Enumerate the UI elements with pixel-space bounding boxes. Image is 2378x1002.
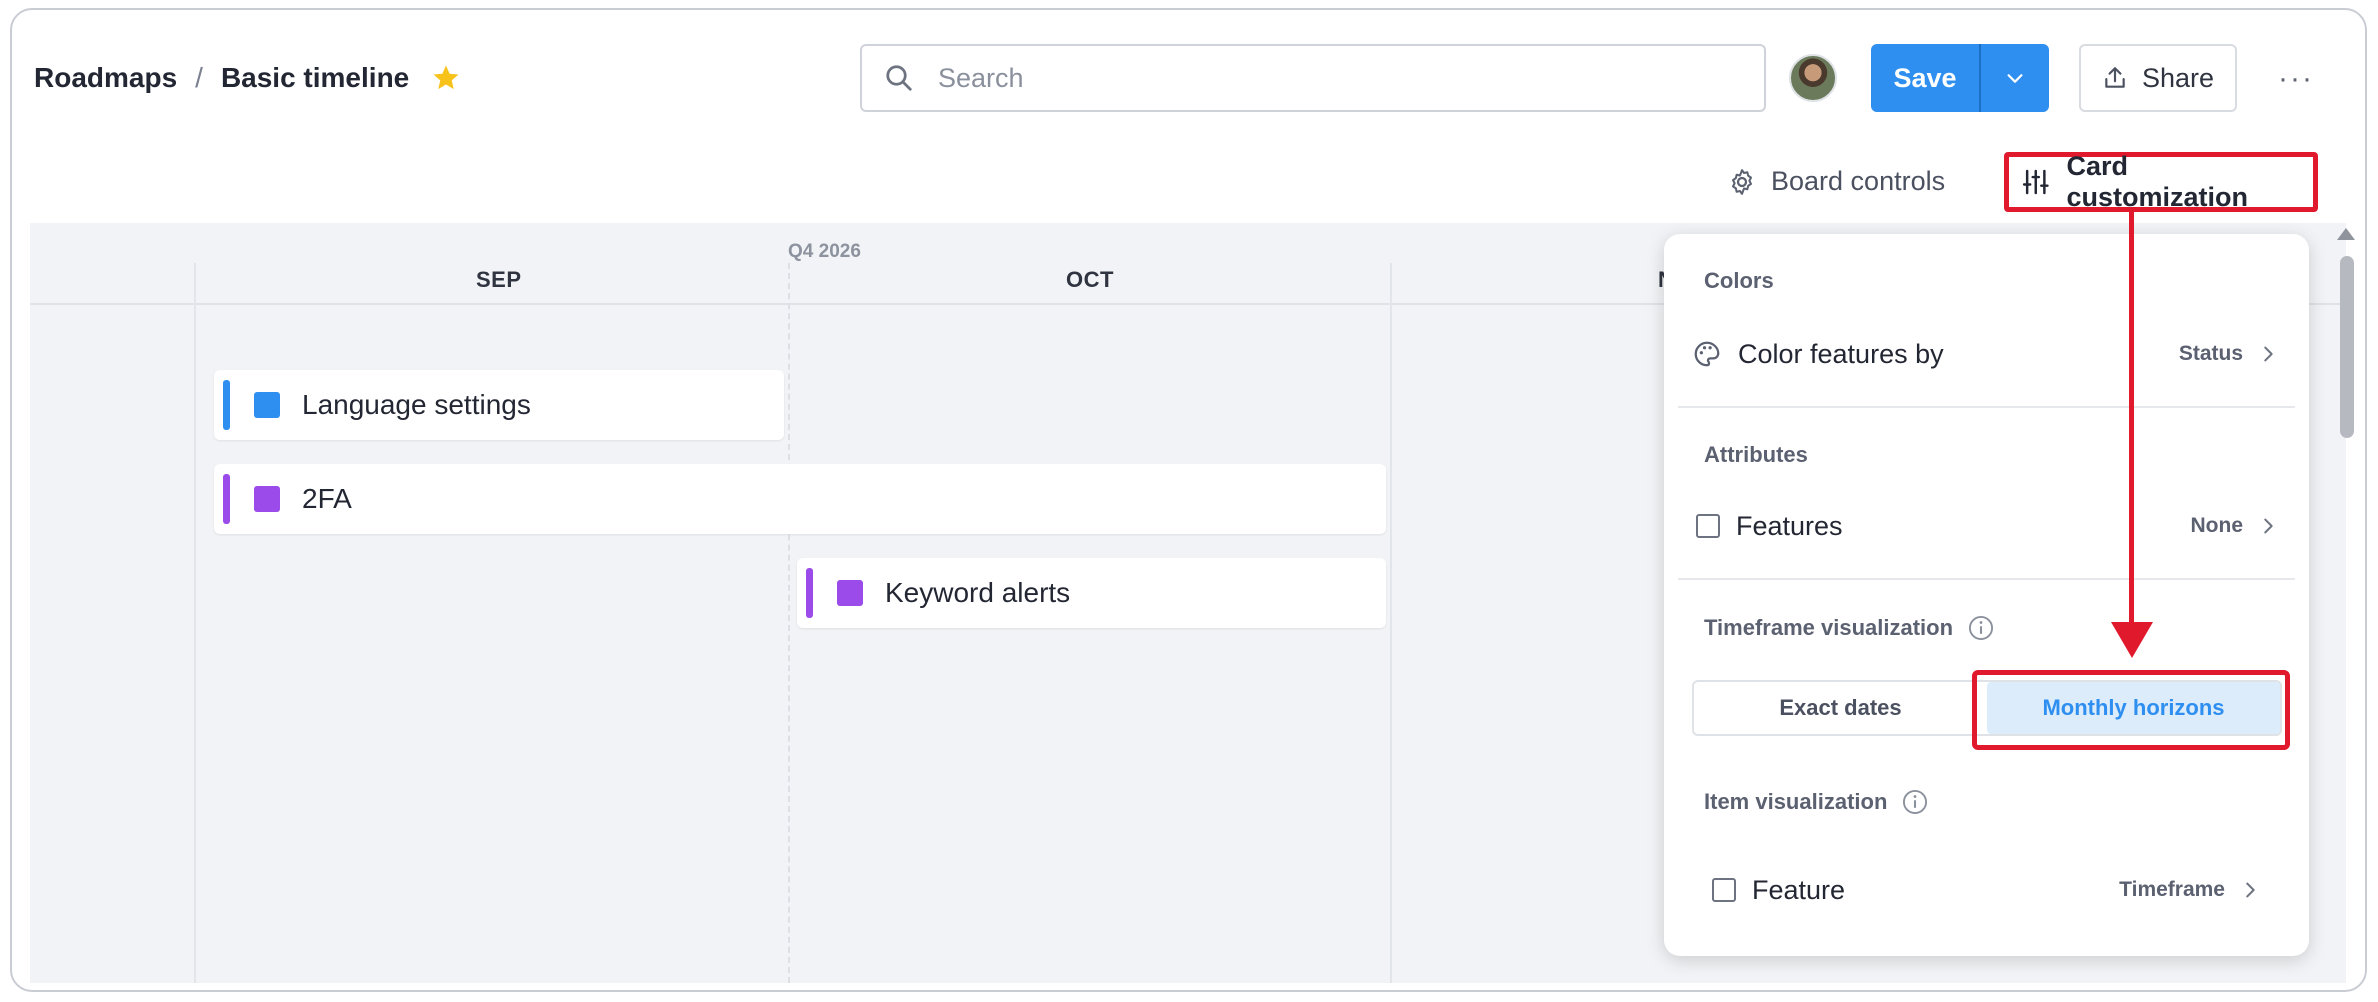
item-vis-title-text: Item visualization: [1704, 789, 1888, 814]
feature-label: Feature: [1752, 874, 1846, 905]
card-customization-label: Card customization: [2066, 151, 2249, 212]
timeframe-section-title: Timeframe visualization: [1704, 614, 1995, 642]
timeframe-title-text: Timeframe visualization: [1704, 615, 1954, 640]
month-divider: [788, 263, 790, 983]
month-label: OCT: [1066, 267, 1114, 292]
page-title: Basic timeline: [220, 62, 410, 93]
feature-checkbox[interactable]: [1712, 878, 1736, 902]
color-features-value: Status: [2178, 342, 2243, 365]
card-color-bar: [223, 380, 230, 430]
feature-value: Timeframe: [2119, 878, 2225, 901]
save-button-group: Save: [1871, 44, 2049, 112]
breadcrumb-roadmaps[interactable]: Roadmaps: [34, 62, 177, 94]
avatar[interactable]: [1789, 54, 1837, 102]
palette-icon: [1694, 341, 1720, 367]
board-controls-label: Board controls: [1771, 166, 1946, 196]
star-icon[interactable]: [431, 63, 461, 93]
search-input[interactable]: [938, 62, 1738, 94]
breadcrumb-separator: /: [195, 62, 203, 93]
breadcrumb: Roadmaps / Basic timeline: [34, 62, 461, 94]
section-divider: [1678, 578, 2295, 580]
scrollbar-thumb[interactable]: [2340, 256, 2354, 438]
features-label: Features: [1736, 510, 1843, 541]
card-title: 2FA: [302, 483, 352, 514]
card-customization-panel: Colors Color features by Status Attribut…: [1664, 234, 2309, 956]
feature-card[interactable]: Language settings: [214, 370, 784, 440]
monthly-horizons-highlight: [1972, 670, 2290, 750]
features-checkbox[interactable]: [1696, 514, 1720, 538]
more-options-button[interactable]: ···: [2272, 62, 2320, 96]
card-title: Language settings: [302, 389, 531, 420]
feature-card[interactable]: Keyword alerts: [797, 558, 1386, 628]
annotation-arrow-line: [2129, 210, 2134, 624]
feature-card[interactable]: 2FA: [214, 464, 1386, 534]
item-visualization-section-title: Item visualization: [1704, 788, 1929, 816]
search-icon: [886, 65, 912, 91]
status-square: [837, 580, 863, 606]
info-icon[interactable]: [1901, 788, 1929, 816]
board-controls-button[interactable]: Board controls: [1727, 166, 1945, 197]
quarter-label: Q4 2026: [788, 241, 861, 262]
card-customization-button[interactable]: Card customization: [2004, 151, 2318, 212]
month-label: SEP: [476, 267, 522, 292]
share-button[interactable]: Share: [2079, 44, 2237, 112]
section-divider: [1678, 406, 2295, 408]
share-icon: [2105, 67, 2125, 88]
save-button[interactable]: Save: [1871, 44, 1979, 112]
chevron-down-icon: [2007, 74, 2023, 83]
status-square: [254, 392, 280, 418]
gear-icon: [1732, 168, 1752, 195]
app-window: Roadmaps / Basic timeline Save Share ···…: [10, 8, 2367, 992]
attributes-section-title: Attributes: [1704, 442, 1808, 467]
annotation-arrow-head: [2111, 622, 2153, 658]
share-label: Share: [2141, 62, 2215, 93]
chevron-right-icon: [2264, 518, 2273, 534]
exact-dates-option[interactable]: Exact dates: [1694, 682, 1987, 734]
month-divider: [1390, 263, 1392, 983]
card-color-bar: [223, 474, 230, 524]
scroll-up-arrow[interactable]: [2337, 228, 2355, 240]
sliders-icon: [2022, 169, 2049, 195]
info-icon[interactable]: [1967, 614, 1995, 642]
status-square: [254, 486, 280, 512]
search-box[interactable]: [860, 44, 1766, 112]
chevron-right-icon: [2246, 882, 2255, 898]
feature-row[interactable]: Feature Timeframe: [1712, 860, 2261, 920]
card-color-bar: [806, 568, 813, 618]
color-features-label: Color features by: [1738, 338, 1944, 369]
features-value: None: [2190, 514, 2244, 537]
card-title: Keyword alerts: [885, 577, 1071, 608]
color-features-row[interactable]: Color features by Status: [1692, 324, 2279, 384]
features-row[interactable]: Features None: [1696, 496, 2279, 556]
colors-section-title: Colors: [1704, 268, 1774, 293]
save-options-button[interactable]: [1979, 44, 2049, 112]
month-divider: [194, 263, 196, 983]
chevron-right-icon: [2264, 346, 2273, 362]
